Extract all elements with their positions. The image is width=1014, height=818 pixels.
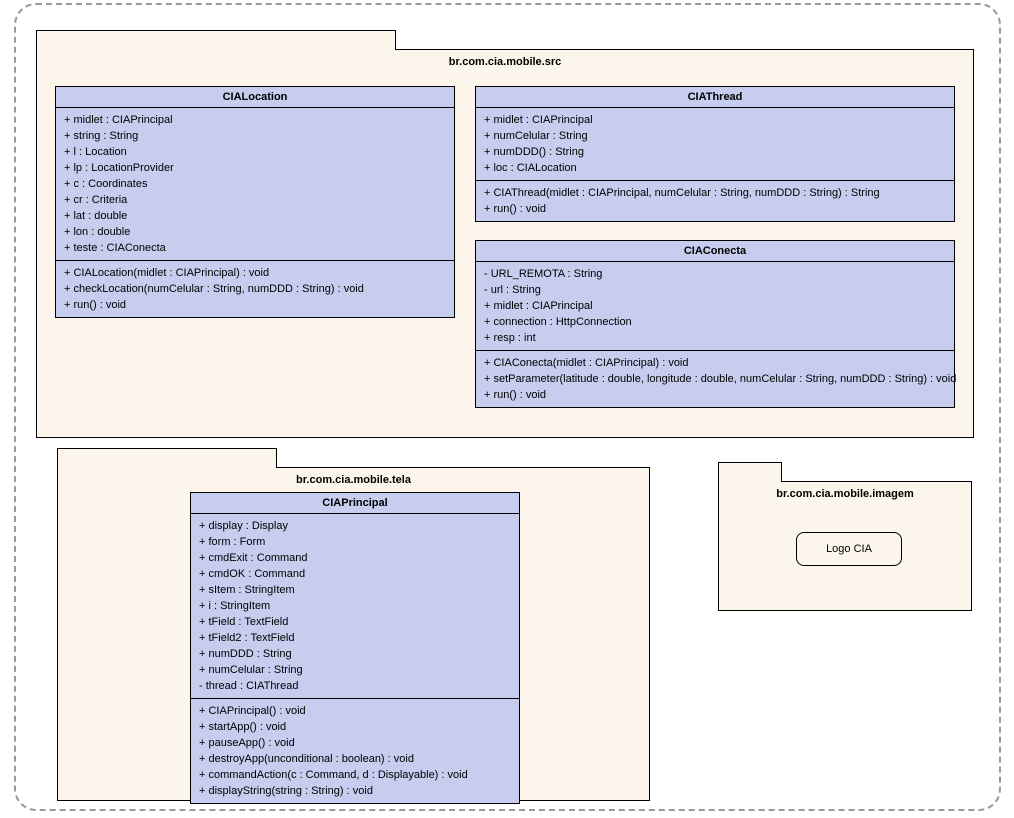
class-ciaconecta-title: CIAConecta — [476, 241, 954, 262]
op: + commandAction(c : Command, d : Display… — [199, 767, 511, 783]
class-ciathread-title: CIAThread — [476, 87, 954, 108]
class-cialocation-attrs: + midlet : CIAPrincipal + string : Strin… — [56, 108, 454, 261]
artifact-label: Logo CIA — [826, 543, 872, 555]
package-src-tab — [36, 30, 396, 50]
attr: + lat : double — [64, 208, 446, 224]
attr: + cmdExit : Command — [199, 550, 511, 566]
op: + CIAConecta(midlet : CIAPrincipal) : vo… — [484, 355, 946, 371]
package-src: br.com.cia.mobile.src CIALocation + midl… — [36, 49, 974, 438]
attr: + form : Form — [199, 534, 511, 550]
class-cialocation-title: CIALocation — [56, 87, 454, 108]
op: + setParameter(latitude : double, longit… — [484, 371, 946, 387]
op: + CIALocation(midlet : CIAPrincipal) : v… — [64, 265, 446, 281]
op: + run() : void — [484, 201, 946, 217]
package-tela-title: br.com.cia.mobile.tela — [58, 468, 649, 490]
attr: + midlet : CIAPrincipal — [484, 112, 946, 128]
package-tela: br.com.cia.mobile.tela CIAPrincipal + di… — [57, 467, 650, 801]
package-imagem-tab — [718, 462, 782, 482]
attr: + sItem : StringItem — [199, 582, 511, 598]
op: + checkLocation(numCelular : String, num… — [64, 281, 446, 297]
attr: + numDDD : String — [199, 646, 511, 662]
op: + run() : void — [484, 387, 946, 403]
class-ciathread-attrs: + midlet : CIAPrincipal + numCelular : S… — [476, 108, 954, 181]
attr: + display : Display — [199, 518, 511, 534]
attr: + tField2 : TextField — [199, 630, 511, 646]
attr: + cmdOK : Command — [199, 566, 511, 582]
class-ciaprincipal-ops: + CIAPrincipal() : void + startApp() : v… — [191, 699, 519, 803]
attr: + string : String — [64, 128, 446, 144]
attr: - URL_REMOTA : String — [484, 266, 946, 282]
attr: + tField : TextField — [199, 614, 511, 630]
attr: + c : Coordinates — [64, 176, 446, 192]
attr: + connection : HttpConnection — [484, 314, 946, 330]
package-tela-tab — [57, 448, 277, 468]
attr: - thread : CIAThread — [199, 678, 511, 694]
attr: + lon : double — [64, 224, 446, 240]
class-ciathread: CIAThread + midlet : CIAPrincipal + numC… — [475, 86, 955, 222]
class-ciaprincipal-title: CIAPrincipal — [191, 493, 519, 514]
op: + startApp() : void — [199, 719, 511, 735]
attr: + midlet : CIAPrincipal — [64, 112, 446, 128]
class-ciaconecta-attrs: - URL_REMOTA : String - url : String + m… — [476, 262, 954, 351]
class-ciaprincipal: CIAPrincipal + display : Display + form … — [190, 492, 520, 804]
class-ciaconecta: CIAConecta - URL_REMOTA : String - url :… — [475, 240, 955, 408]
class-cialocation-ops: + CIALocation(midlet : CIAPrincipal) : v… — [56, 261, 454, 317]
op: + destroyApp(unconditional : boolean) : … — [199, 751, 511, 767]
op: + CIAPrincipal() : void — [199, 703, 511, 719]
attr: + lp : LocationProvider — [64, 160, 446, 176]
op: + CIAThread(midlet : CIAPrincipal, numCe… — [484, 185, 946, 201]
class-ciaprincipal-attrs: + display : Display + form : Form + cmdE… — [191, 514, 519, 699]
package-imagem-title: br.com.cia.mobile.imagem — [719, 482, 971, 504]
attr: + resp : int — [484, 330, 946, 346]
class-cialocation: CIALocation + midlet : CIAPrincipal + st… — [55, 86, 455, 318]
attr: + i : StringItem — [199, 598, 511, 614]
attr: + cr : Criteria — [64, 192, 446, 208]
op: + run() : void — [64, 297, 446, 313]
attr: + numCelular : String — [199, 662, 511, 678]
class-ciathread-ops: + CIAThread(midlet : CIAPrincipal, numCe… — [476, 181, 954, 221]
attr: + teste : CIAConecta — [64, 240, 446, 256]
attr: + l : Location — [64, 144, 446, 160]
op: + pauseApp() : void — [199, 735, 511, 751]
package-src-title: br.com.cia.mobile.src — [37, 50, 973, 72]
attr: - url : String — [484, 282, 946, 298]
package-imagem: br.com.cia.mobile.imagem Logo CIA — [718, 481, 972, 611]
attr: + midlet : CIAPrincipal — [484, 298, 946, 314]
attr: + loc : CIALocation — [484, 160, 946, 176]
op: + displayString(string : String) : void — [199, 783, 511, 799]
class-ciaconecta-ops: + CIAConecta(midlet : CIAPrincipal) : vo… — [476, 351, 954, 407]
attr: + numDDD() : String — [484, 144, 946, 160]
attr: + numCelular : String — [484, 128, 946, 144]
artifact-logo-cia: Logo CIA — [796, 532, 902, 566]
